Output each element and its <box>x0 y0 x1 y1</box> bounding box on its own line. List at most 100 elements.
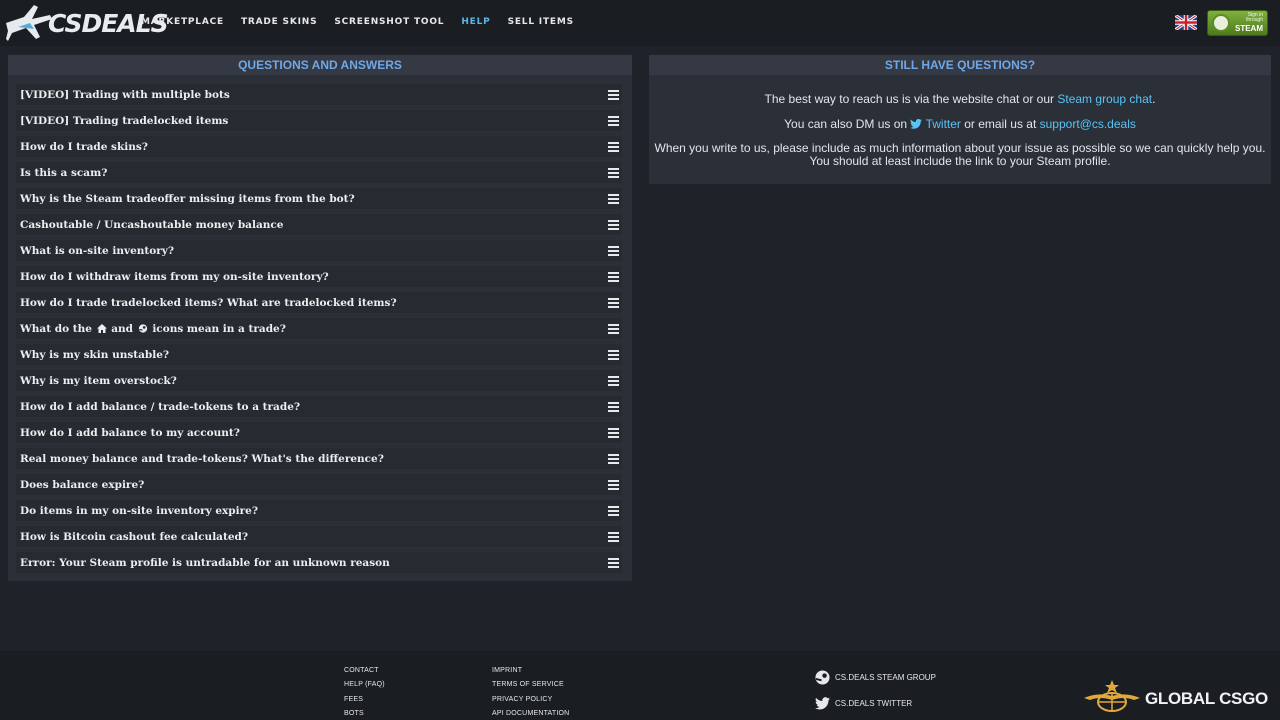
faq-question: What do the and icons mean in a trade? <box>20 323 286 335</box>
steam-icon <box>815 670 830 685</box>
menu-icon[interactable] <box>608 116 619 126</box>
faq-question: How do I trade tradelocked items? What a… <box>20 296 397 309</box>
faq-question: Why is my item overstock? <box>20 374 177 387</box>
faq-question-prefix: What do the <box>20 322 92 335</box>
menu-icon[interactable] <box>608 454 619 464</box>
faq-item[interactable]: Why is the Steam tradeoffer missing item… <box>16 188 622 209</box>
menu-icon[interactable] <box>608 272 619 282</box>
menu-icon[interactable] <box>608 402 619 412</box>
faq-item[interactable]: [VIDEO] Trading with multiple bots <box>16 84 622 105</box>
faq-item[interactable]: Error: Your Steam profile is untradable … <box>16 552 622 573</box>
faq-panel: QUESTIONS AND ANSWERS [VIDEO] Trading wi… <box>8 55 632 581</box>
menu-icon[interactable] <box>608 506 619 516</box>
steam-icon <box>1212 14 1230 32</box>
faq-item[interactable]: [VIDEO] Trading tradelocked items <box>16 110 622 131</box>
faq-item[interactable]: Do items in my on-site inventory expire? <box>16 500 622 521</box>
contact-line-1-text: The best way to reach us is via the webs… <box>764 92 1055 106</box>
faq-item[interactable]: How do I trade tradelocked items? What a… <box>16 292 622 313</box>
contact-line-1-end: . <box>1152 92 1156 106</box>
footer-steam-group-link[interactable]: CS.DEALS STEAM GROUP <box>815 670 936 685</box>
menu-icon[interactable] <box>608 298 619 308</box>
steam-sign-in-small-text: Sign in through <box>1246 12 1263 23</box>
faq-question: Does balance expire? <box>20 478 145 491</box>
steam-sign-in-button[interactable]: Sign in through STEAM <box>1207 10 1268 36</box>
faq-item[interactable]: How do I withdraw items from my on-site … <box>16 266 622 287</box>
faq-item[interactable]: How do I add balance / trade-tokens to a… <box>16 396 622 417</box>
menu-icon[interactable] <box>608 324 619 334</box>
contact-body: The best way to reach us is via the webs… <box>649 75 1271 168</box>
faq-item[interactable]: What do the and icons mean in a trade? <box>16 318 622 339</box>
contact-line-2: You can also DM us on Twitter or email u… <box>649 117 1271 131</box>
footer-imprint-link[interactable]: IMPRINT <box>492 667 569 674</box>
steam-group-chat-link[interactable]: Steam group chat <box>1057 92 1152 106</box>
support-email-link[interactable]: support@cs.deals <box>1040 117 1136 131</box>
footer-help-link[interactable]: HELP (FAQ) <box>344 681 385 688</box>
faq-question: What is on-site inventory? <box>20 244 175 257</box>
contact-line-2-text: You can also DM us on <box>784 117 908 131</box>
menu-icon[interactable] <box>608 90 619 100</box>
logo-plane-icon <box>6 5 52 41</box>
twitter-icon <box>815 697 830 710</box>
menu-icon[interactable] <box>608 428 619 438</box>
twitter-icon[interactable] <box>910 118 923 129</box>
menu-icon[interactable] <box>608 376 619 386</box>
footer-api-docs-link[interactable]: API DOCUMENTATION <box>492 710 569 717</box>
footer-contact-link[interactable]: CONTACT <box>344 667 385 674</box>
footer-steam-group-label: CS.DEALS STEAM GROUP <box>835 673 936 682</box>
steam-icon <box>138 323 147 333</box>
faq-question: How do I withdraw items from my on-site … <box>20 270 329 283</box>
menu-icon[interactable] <box>608 480 619 490</box>
nav-help[interactable]: HELP <box>461 17 490 27</box>
faq-question-suffix: icons mean in a trade? <box>152 322 286 335</box>
faq-item[interactable]: How do I add balance to my account? <box>16 422 622 443</box>
faq-question-and: and <box>111 322 133 335</box>
contact-line-1: The best way to reach us is via the webs… <box>649 92 1271 106</box>
faq-item[interactable]: Cashoutable / Uncashoutable money balanc… <box>16 214 622 235</box>
global-csgo-logo-icon[interactable] <box>1084 678 1140 714</box>
faq-question: How do I add balance / trade-tokens to a… <box>20 400 301 413</box>
contact-title: STILL HAVE QUESTIONS? <box>649 55 1271 75</box>
contact-panel: STILL HAVE QUESTIONS? The best way to re… <box>649 55 1271 184</box>
footer-privacy-link[interactable]: PRIVACY POLICY <box>492 696 569 703</box>
faq-item[interactable]: What is on-site inventory? <box>16 240 622 261</box>
menu-icon[interactable] <box>608 142 619 152</box>
menu-icon[interactable] <box>608 168 619 178</box>
menu-icon[interactable] <box>608 532 619 542</box>
contact-line-2-mid: or email us at <box>964 117 1037 131</box>
footer-links-col-1: CONTACT HELP (FAQ) FEES BOTS <box>344 667 385 720</box>
csdeals-logo[interactable]: CSDEALS <box>4 3 169 45</box>
faq-item[interactable]: Real money balance and trade-tokens? Wha… <box>16 448 622 469</box>
nav-trade-skins[interactable]: TRADE SKINS <box>241 17 317 27</box>
contact-line-4-text: You should at least include the link to … <box>809 154 1111 168</box>
menu-icon[interactable] <box>608 246 619 256</box>
faq-question: Do items in my on-site inventory expire? <box>20 504 259 517</box>
faq-item[interactable]: Is this a scam? <box>16 162 622 183</box>
nav-sell-items[interactable]: SELL ITEMS <box>508 17 574 27</box>
top-navbar: CSDEALS MARKETPLACE TRADE SKINS SCREENSH… <box>0 0 1280 46</box>
faq-question: [VIDEO] Trading with multiple bots <box>20 88 230 101</box>
footer-fees-link[interactable]: FEES <box>344 696 385 703</box>
footer-twitter-label: CS.DEALS TWITTER <box>835 699 913 708</box>
nav-screenshot-tool[interactable]: SCREENSHOT TOOL <box>334 17 444 27</box>
footer-bots-link[interactable]: BOTS <box>344 710 385 717</box>
menu-icon[interactable] <box>608 350 619 360</box>
contact-line-3: When you write to us, please include as … <box>649 142 1271 168</box>
faq-item[interactable]: How do I trade skins? <box>16 136 622 157</box>
menu-icon[interactable] <box>608 194 619 204</box>
faq-question: Is this a scam? <box>20 166 108 179</box>
main-nav: MARKETPLACE TRADE SKINS SCREENSHOT TOOL … <box>141 17 591 27</box>
nav-marketplace[interactable]: MARKETPLACE <box>141 17 224 27</box>
faq-item[interactable]: Why is my item overstock? <box>16 370 622 391</box>
menu-icon[interactable] <box>608 220 619 230</box>
uk-flag-icon[interactable] <box>1175 15 1197 30</box>
faq-list: [VIDEO] Trading with multiple bots [VIDE… <box>8 75 632 573</box>
twitter-link[interactable]: Twitter <box>926 117 961 131</box>
faq-item[interactable]: How is Bitcoin cashout fee calculated? <box>16 526 622 547</box>
footer-terms-link[interactable]: TERMS OF SERVICE <box>492 681 569 688</box>
faq-item[interactable]: Does balance expire? <box>16 474 622 495</box>
menu-icon[interactable] <box>608 558 619 568</box>
footer-twitter-link[interactable]: CS.DEALS TWITTER <box>815 697 912 710</box>
home-icon <box>96 323 107 333</box>
faq-item[interactable]: Why is my skin unstable? <box>16 344 622 365</box>
faq-question: [VIDEO] Trading tradelocked items <box>20 114 229 127</box>
